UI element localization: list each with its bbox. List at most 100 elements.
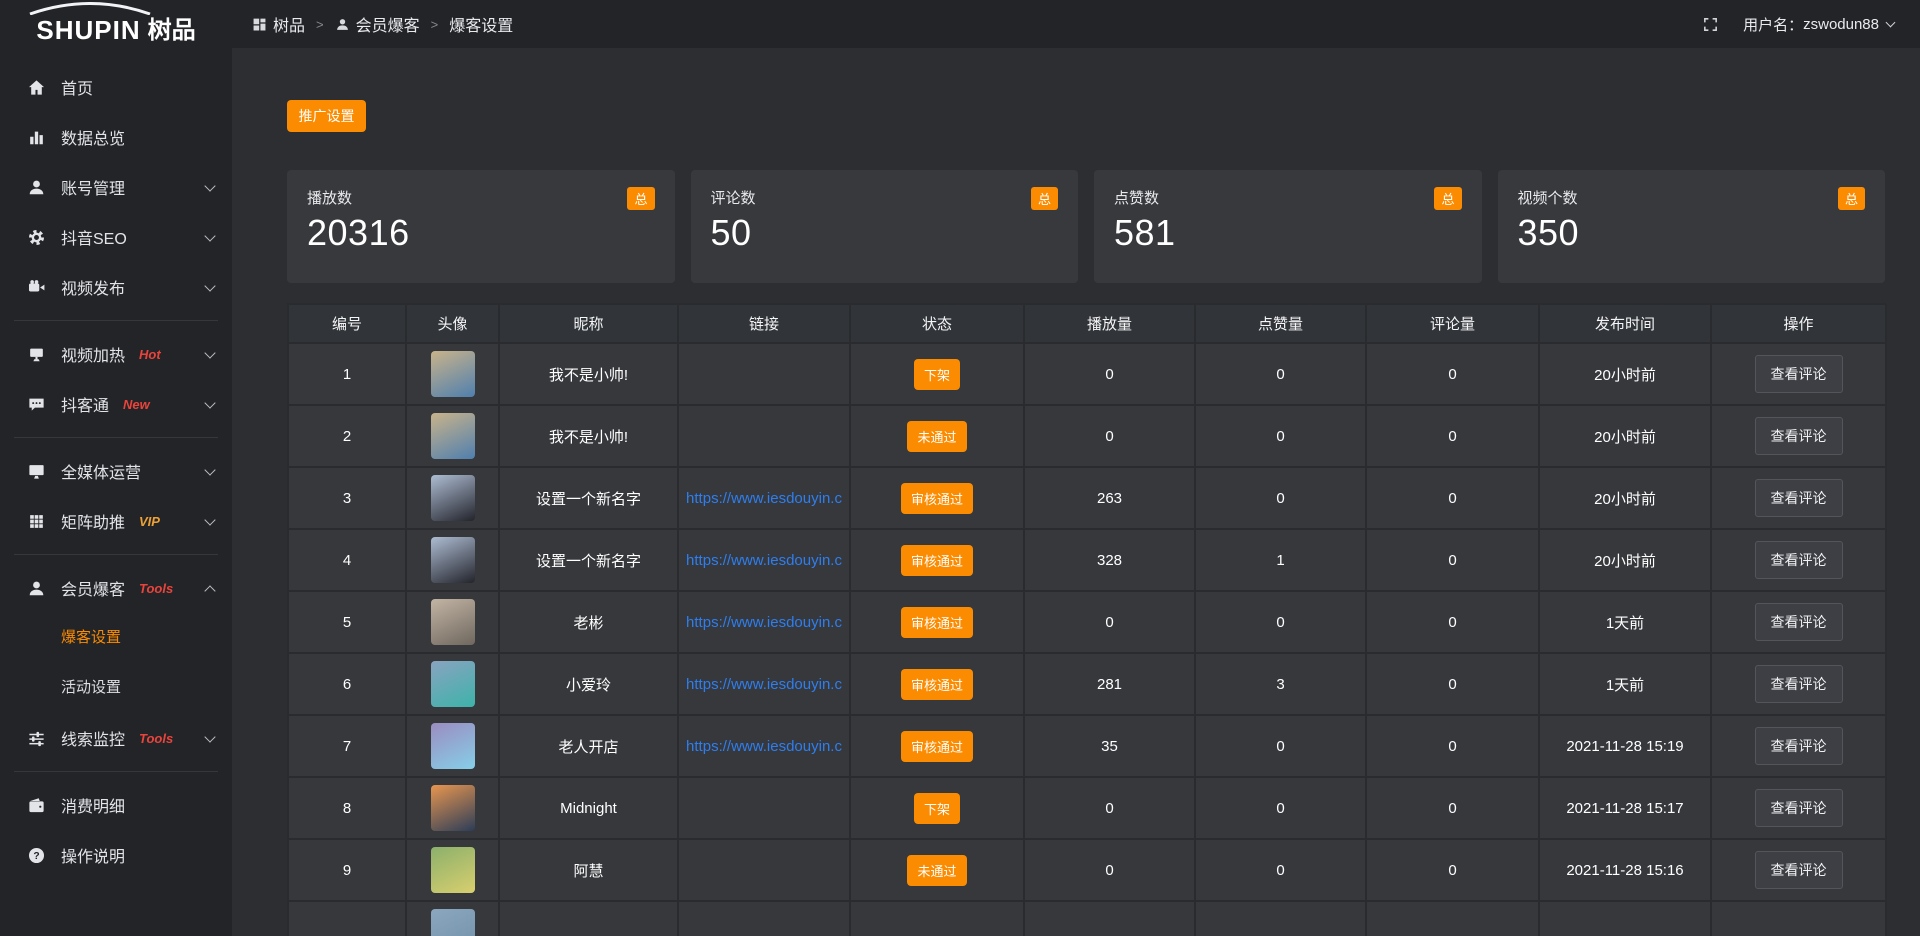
cell-avatar <box>406 839 499 901</box>
status-button[interactable]: 审核通过 <box>901 545 973 576</box>
video-link[interactable]: https://www.iesdouyin.c <box>686 676 842 693</box>
status-button[interactable]: 未通过 <box>907 421 966 452</box>
cell-link <box>678 405 850 467</box>
column-header: 昵称 <box>499 304 678 343</box>
view-comments-button[interactable]: 查看评论 <box>1755 665 1843 703</box>
breadcrumb-item-parent[interactable]: 会员爆客 <box>335 12 420 36</box>
stat-card-top: 播放数 总 <box>307 187 655 210</box>
chevron-down-icon <box>204 731 215 742</box>
table-row: 8 Midnight 下架 0 0 0 2021-11-28 15:17 查看评… <box>288 777 1886 839</box>
user-menu[interactable]: 用户名： zswodun88 <box>1743 14 1894 35</box>
cell-avatar <box>406 405 499 467</box>
breadcrumb-item-home[interactable]: 树品 <box>252 12 305 36</box>
cell-index: 2 <box>288 405 406 467</box>
column-header: 播放量 <box>1024 304 1195 343</box>
cell-index <box>288 901 406 936</box>
chevron-down-icon <box>204 180 215 191</box>
cell-action: 查看评论 <box>1711 591 1886 653</box>
sidebar-item-screen[interactable]: 全媒体运营 <box>0 446 232 496</box>
sidebar-item-sliders[interactable]: 线索监控 Tools <box>0 713 232 763</box>
view-comments-button[interactable]: 查看评论 <box>1755 603 1843 641</box>
cell-action: 查看评论 <box>1711 777 1886 839</box>
chevron-up-icon <box>204 585 215 596</box>
table-row: 2 我不是小帅! 未通过 0 0 0 20小时前 查看评论 <box>288 405 1886 467</box>
cell-status: 审核通过 <box>850 715 1024 777</box>
sidebar-item-heat[interactable]: 视频加热 Hot <box>0 329 232 379</box>
cell-time: 20小时前 <box>1539 405 1711 467</box>
stat-card: 评论数 总 50 <box>691 170 1079 283</box>
cell-action: 查看评论 <box>1711 529 1886 591</box>
cell-plays: 0 <box>1024 591 1195 653</box>
sidebar-item-member[interactable]: 会员爆客 Tools <box>0 563 232 613</box>
sidebar-item-grid[interactable]: 矩阵助推 VIP <box>0 496 232 546</box>
video-link[interactable]: https://www.iesdouyin.c <box>686 552 842 569</box>
cell-action: 查看评论 <box>1711 343 1886 405</box>
view-comments-button[interactable]: 查看评论 <box>1755 479 1843 517</box>
view-comments-button[interactable]: 查看评论 <box>1755 355 1843 393</box>
sidebar-item-badge: Tools <box>139 581 173 596</box>
table-row: 6 小爱玲 https://www.iesdouyin.c 审核通过 281 3… <box>288 653 1886 715</box>
sidebar-item-chat[interactable]: 抖客通 New <box>0 379 232 429</box>
video-link[interactable]: https://www.iesdouyin.c <box>686 490 842 507</box>
video-table: 编号头像昵称链接状态播放量点赞量评论量发布时间操作 1 我不是小帅! 下架 0 … <box>287 303 1887 936</box>
status-button[interactable]: 下架 <box>914 359 960 390</box>
cell-plays: 0 <box>1024 777 1195 839</box>
home-icon <box>27 78 46 97</box>
grid-icon <box>27 512 46 531</box>
status-button[interactable]: 审核通过 <box>901 731 973 762</box>
status-button[interactable]: 审核通过 <box>901 669 973 700</box>
cell-link <box>678 343 850 405</box>
cell-nickname: 小爱玲 <box>499 653 678 715</box>
cell-nickname: 设置一个新名字 <box>499 467 678 529</box>
video-link[interactable]: https://www.iesdouyin.c <box>686 614 842 631</box>
cell-time: 2021-11-28 15:16 <box>1539 839 1711 901</box>
status-button[interactable]: 审核通过 <box>901 483 973 514</box>
view-comments-button[interactable]: 查看评论 <box>1755 851 1843 889</box>
sidebar-item-wallet[interactable]: 消费明细 <box>0 780 232 830</box>
breadcrumb: 树品 > 会员爆客 > 爆客设置 <box>252 12 513 36</box>
fullscreen-icon[interactable] <box>1702 16 1719 33</box>
status-button[interactable]: 审核通过 <box>901 607 973 638</box>
view-comments-button[interactable]: 查看评论 <box>1755 417 1843 455</box>
avatar <box>431 909 475 936</box>
gear-icon <box>27 228 46 247</box>
cell-time: 1天前 <box>1539 653 1711 715</box>
cell-status: 下架 <box>850 343 1024 405</box>
cell-link: https://www.iesdouyin.c <box>678 653 850 715</box>
view-comments-button[interactable]: 查看评论 <box>1755 789 1843 827</box>
user-icon <box>335 17 350 32</box>
cell-status: 未通过 <box>850 839 1024 901</box>
cell-time: 20小时前 <box>1539 343 1711 405</box>
stat-label: 视频个数 <box>1518 187 1578 208</box>
cell-plays: 0 <box>1024 343 1195 405</box>
promo-settings-button[interactable]: 推广设置 <box>287 100 366 132</box>
cell-nickname: Midnight <box>499 777 678 839</box>
sidebar-subitem[interactable]: 爆客设置 <box>0 613 232 663</box>
cell-nickname: 设置一个新名字 <box>499 529 678 591</box>
status-button[interactable]: 未通过 <box>907 855 966 886</box>
sidebar-item-label: 会员爆客 <box>61 576 125 600</box>
breadcrumb-separator: > <box>316 17 324 32</box>
main-content: 推广设置 播放数 总 20316 评论数 总 50 点赞数 总 581 视频个数… <box>232 48 1920 936</box>
cell-nickname: 老彬 <box>499 591 678 653</box>
sidebar-item-chart[interactable]: 数据总览 <box>0 112 232 162</box>
sidebar-item-home[interactable]: 首页 <box>0 62 232 112</box>
cell-action: 查看评论 <box>1711 653 1886 715</box>
sidebar-item-help[interactable]: 操作说明 <box>0 830 232 880</box>
total-badge: 总 <box>1434 187 1461 210</box>
table-row <box>288 901 1886 936</box>
stat-value: 581 <box>1114 212 1462 254</box>
video-link[interactable]: https://www.iesdouyin.c <box>686 738 842 755</box>
sidebar-item-user[interactable]: 账号管理 <box>0 162 232 212</box>
cell-time: 1天前 <box>1539 591 1711 653</box>
sidebar-subitem[interactable]: 活动设置 <box>0 663 232 713</box>
sidebar-item-gear[interactable]: 抖音SEO <box>0 212 232 262</box>
column-header: 编号 <box>288 304 406 343</box>
cell-comments: 0 <box>1366 529 1539 591</box>
sidebar-item-video[interactable]: 视频发布 <box>0 262 232 312</box>
view-comments-button[interactable]: 查看评论 <box>1755 541 1843 579</box>
view-comments-button[interactable]: 查看评论 <box>1755 727 1843 765</box>
status-button[interactable]: 下架 <box>914 793 960 824</box>
cell-index: 1 <box>288 343 406 405</box>
cell-comments: 0 <box>1366 839 1539 901</box>
